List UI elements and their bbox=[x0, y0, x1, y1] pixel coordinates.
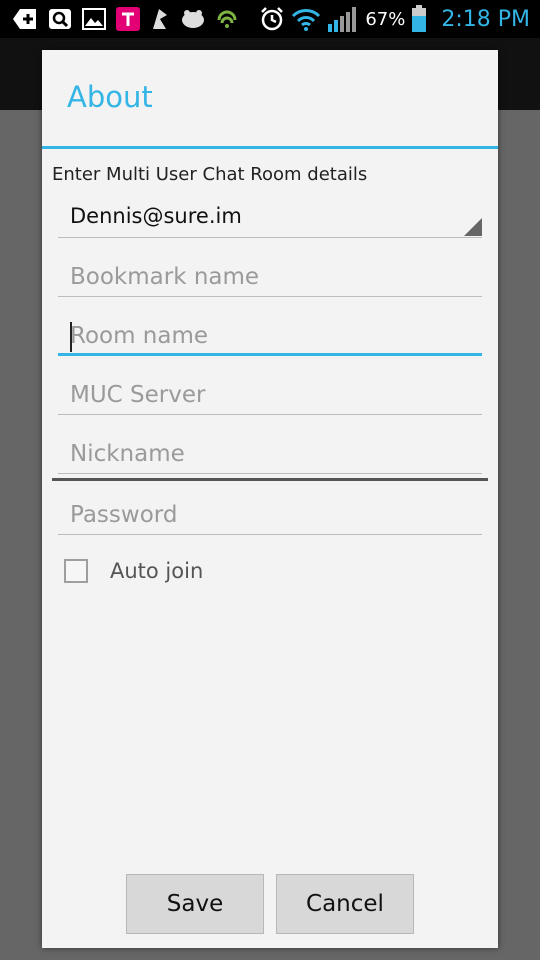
battery-percent: 67% bbox=[365, 8, 406, 30]
cancel-button[interactable]: Cancel bbox=[276, 874, 414, 934]
muc-server-input[interactable] bbox=[70, 379, 470, 411]
auto-join-checkbox[interactable] bbox=[64, 559, 88, 583]
search-app-icon bbox=[48, 8, 72, 30]
dropdown-corner-icon bbox=[464, 218, 482, 236]
auto-join-row[interactable]: Auto join bbox=[64, 558, 203, 584]
android-icon bbox=[216, 8, 238, 30]
bookmark-name-field[interactable] bbox=[58, 257, 482, 297]
password-input[interactable] bbox=[70, 499, 470, 531]
title-divider bbox=[42, 146, 498, 149]
account-spinner[interactable]: Dennis@sure.im bbox=[58, 198, 482, 238]
alarm-icon bbox=[259, 6, 285, 32]
section-divider bbox=[52, 478, 488, 481]
auto-join-label: Auto join bbox=[110, 559, 204, 583]
bear-icon bbox=[180, 8, 206, 30]
signal-icon bbox=[327, 6, 357, 32]
intro-text: Enter Multi User Chat Room details bbox=[52, 164, 368, 185]
nickname-field[interactable] bbox=[58, 434, 482, 474]
muc-dialog: About Enter Multi User Chat Room details… bbox=[42, 50, 498, 948]
dialog-title: About bbox=[67, 80, 153, 114]
battery-icon bbox=[411, 5, 427, 33]
image-icon bbox=[82, 8, 106, 30]
save-button[interactable]: Save bbox=[126, 874, 264, 934]
status-bar: 67% 2:18 PM bbox=[0, 0, 540, 38]
wifi-icon bbox=[291, 7, 321, 31]
muc-server-field[interactable] bbox=[58, 375, 482, 415]
nickname-input[interactable] bbox=[70, 438, 470, 470]
sure-im-icon bbox=[150, 7, 170, 31]
tmobile-icon bbox=[116, 7, 140, 31]
account-spinner-value: Dennis@sure.im bbox=[70, 204, 242, 228]
room-name-field[interactable] bbox=[58, 316, 482, 356]
bookmark-name-input[interactable] bbox=[70, 261, 470, 293]
room-name-input[interactable] bbox=[70, 320, 470, 352]
password-field[interactable] bbox=[58, 495, 482, 535]
status-time: 2:18 PM bbox=[441, 6, 530, 32]
add-icon bbox=[12, 8, 38, 30]
